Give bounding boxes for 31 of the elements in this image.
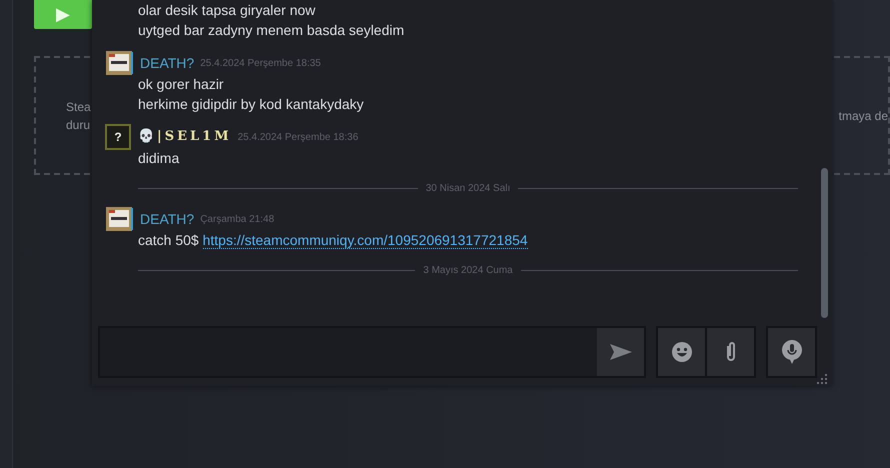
message-text: uytged bar zadyny menem basda seyledim — [138, 21, 406, 40]
send-icon — [610, 344, 632, 360]
author-name[interactable]: DEATH? — [140, 52, 194, 74]
avatar-picture: ? — [105, 124, 131, 150]
message-text: didima — [138, 149, 180, 168]
message-input[interactable] — [98, 326, 646, 378]
avatar-picture — [105, 206, 133, 232]
message-time: Çarşamba 21:48 — [200, 212, 274, 226]
notice-text: duru — [66, 116, 91, 134]
message-time: 25.4.2024 Perşembe 18:35 — [200, 56, 321, 70]
avatar-picture — [105, 50, 133, 76]
author-name[interactable]: DEATH? — [140, 208, 194, 230]
smiley-icon — [672, 342, 692, 362]
paperclip-icon — [724, 341, 736, 363]
message-text: herkime gidipdir by kod kantakydaky — [138, 95, 365, 114]
microphone-icon — [782, 340, 802, 364]
message-text: catch 50$ https://steamcommuniqy.com/109520691317721854 — [138, 231, 529, 250]
date-divider-label: 3 Mayıs 2024 Cuma — [423, 264, 513, 278]
attach-button[interactable] — [707, 328, 754, 376]
message-link[interactable]: https://steamcommuniqy.com/109520691317721854 — [202, 232, 528, 249]
message-text: olar desik tapsa giryaler now — [138, 1, 316, 20]
message-time: 25.4.2024 Perşembe 18:36 — [238, 130, 358, 144]
voice-button[interactable] — [768, 328, 815, 376]
notice-text: Stea — [66, 98, 91, 116]
send-button[interactable] — [597, 328, 644, 376]
author-name[interactable]: 💀|SEL1M — [138, 127, 232, 147]
emoji-button[interactable] — [658, 328, 705, 376]
message-text: ok gorer hazir — [138, 75, 225, 94]
scrollbar-thumb[interactable] — [821, 168, 828, 318]
notice-text: tmaya de — [838, 108, 888, 124]
date-divider-label: 30 Nisan 2024 Salı — [426, 182, 510, 196]
